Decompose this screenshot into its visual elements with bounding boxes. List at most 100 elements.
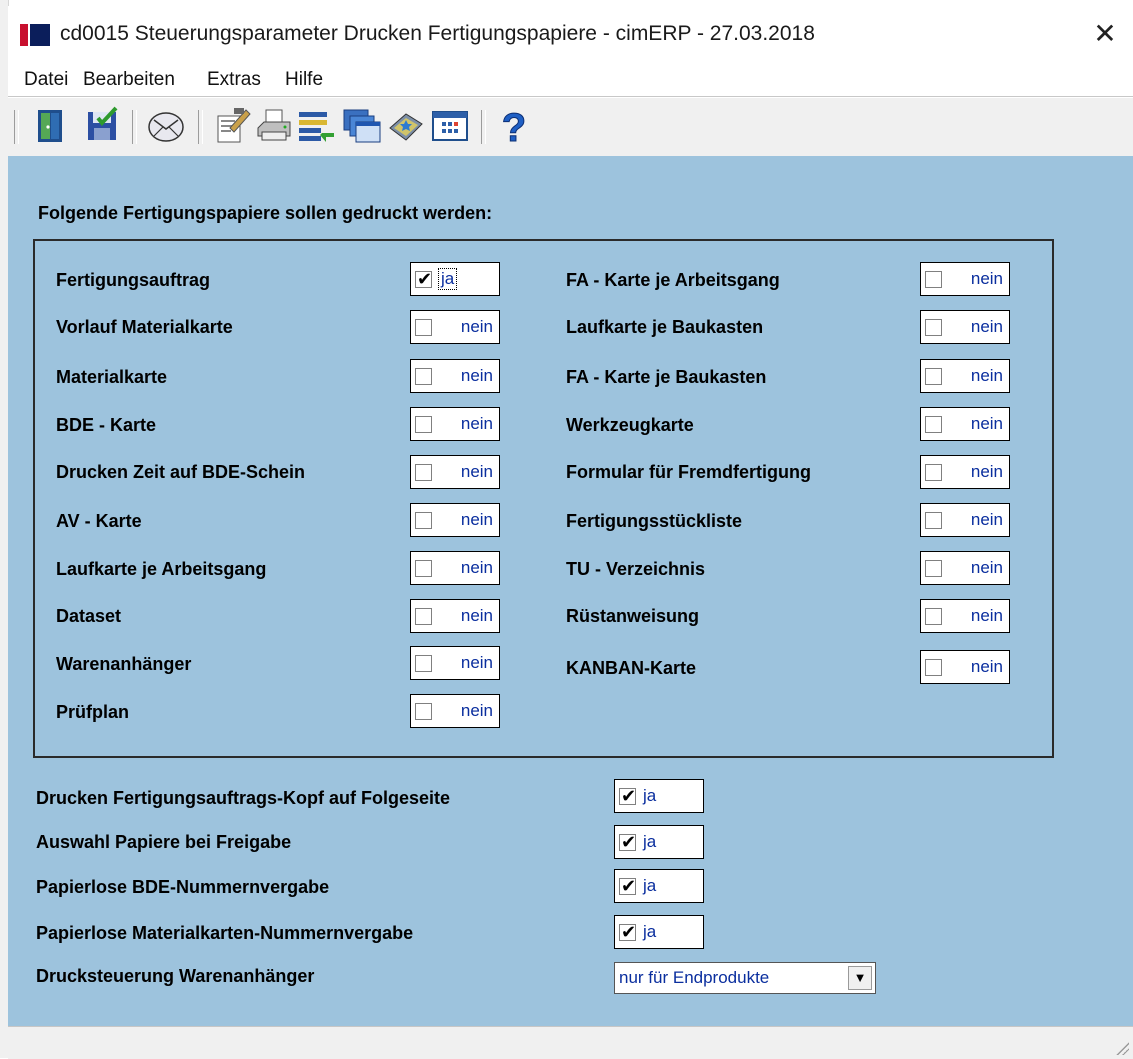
option-label: KANBAN-Karte — [566, 658, 697, 678]
book-icon[interactable] — [386, 106, 426, 146]
check-mark-icon: ✔ — [621, 922, 637, 942]
checkbox-value: ja — [643, 786, 657, 805]
checkbox-box — [415, 512, 432, 529]
option-label: BDE - Karte — [56, 415, 157, 435]
checkbox-fa-karte-je-arbeitsgang[interactable]: nein — [920, 262, 1010, 296]
checkbox-vorlauf-materialkarte[interactable]: nein — [410, 310, 500, 344]
option-label: Drucken Zeit auf BDE-Schein — [56, 462, 306, 482]
checkbox-dataset[interactable]: nein — [410, 599, 500, 633]
check-mark-icon: ✔ — [621, 832, 637, 852]
help-icon[interactable]: ? — [494, 106, 534, 151]
checkbox-laufkarte-je-arbeitsgang[interactable]: nein — [410, 551, 500, 585]
checkbox-box — [925, 416, 942, 433]
setting-label: Auswahl Papiere bei Freigabe — [36, 832, 292, 852]
checkbox-box — [415, 703, 432, 720]
close-button[interactable]: ✕ — [1087, 16, 1123, 52]
checkbox-box — [415, 319, 432, 336]
checkbox-box — [925, 319, 942, 336]
checkbox-werkzeugkarte[interactable]: nein — [920, 407, 1010, 441]
check-mark-icon: ✔ — [417, 269, 433, 289]
checkbox-kanban-karte[interactable]: nein — [920, 650, 1010, 684]
resize-grip-icon[interactable] — [1115, 1041, 1129, 1055]
checkbox-tu-verzeichnis[interactable]: nein — [920, 551, 1010, 585]
checkbox-box — [925, 659, 942, 676]
option-label: Laufkarte je Arbeitsgang — [56, 559, 267, 579]
check-mark-icon: ✔ — [621, 786, 637, 806]
save-icon[interactable] — [82, 106, 122, 146]
mail-icon[interactable] — [146, 106, 186, 146]
checkbox-laufkarte-je-baukasten[interactable]: nein — [920, 310, 1010, 344]
menu-hilfe[interactable]: Hilfe — [285, 69, 323, 91]
toolbar-separator — [198, 110, 203, 144]
toolbar-separator — [14, 110, 19, 144]
calendar-icon[interactable] — [430, 106, 470, 146]
checkbox-drucken-zeit-bde[interactable]: nein — [410, 455, 500, 489]
edit-document-icon[interactable] — [212, 106, 252, 146]
option-label: FA - Karte je Arbeitsgang — [566, 270, 780, 290]
checkbox-value: nein — [460, 558, 493, 577]
checkbox-formular-fremdfertigung[interactable]: nein — [920, 455, 1010, 489]
drucksteuerung-warenanhaenger-select[interactable]: nur für Endprodukte ▼ — [614, 962, 876, 994]
option-label: Rüstanweisung — [566, 606, 700, 626]
checkbox-papierlose-materialkarten-nummernvergabe[interactable]: ✔ ja — [614, 915, 704, 949]
select-value: nur für Endprodukte — [619, 968, 770, 987]
checkbox-value: nein — [970, 366, 1003, 385]
checkbox-warenanhaenger[interactable]: nein — [410, 646, 500, 680]
checkbox-materialkarte[interactable]: nein — [410, 359, 500, 393]
option-label: Vorlauf Materialkarte — [56, 317, 233, 337]
cimerp-app-icon — [20, 24, 50, 46]
option-label: Fertigungsauftrag — [56, 270, 211, 290]
checkbox-value: nein — [970, 510, 1003, 529]
checkbox-box: ✔ — [619, 922, 636, 942]
title-bar: cd0015 Steuerungsparameter Drucken Ferti… — [8, 6, 1133, 62]
help-question-mark: ? — [502, 106, 526, 146]
dropdown-label: Drucksteuerung Warenanhänger — [36, 966, 315, 986]
windows-stack-icon[interactable] — [342, 106, 382, 146]
checkbox-fertigungsauftrag[interactable]: ✔ ja — [410, 262, 500, 296]
checkbox-value: nein — [970, 414, 1003, 433]
checkbox-value: ja — [643, 832, 657, 851]
setting-label: Drucken Fertigungsauftrags-Kopf auf Folg… — [36, 788, 451, 808]
section-heading: Folgende Fertigungspapiere sollen gedruc… — [38, 203, 493, 223]
menu-extras[interactable]: Extras — [207, 69, 261, 91]
checkbox-pruefplan[interactable]: nein — [410, 694, 500, 728]
checkbox-value: ja — [643, 876, 657, 895]
checkbox-value: nein — [460, 366, 493, 385]
option-label: Fertigungsstückliste — [566, 511, 743, 531]
checkbox-fa-kopf-folgeseite[interactable]: ✔ ja — [614, 779, 704, 813]
checkbox-box — [415, 608, 432, 625]
checkbox-papierlose-bde-nummernvergabe[interactable]: ✔ ja — [614, 869, 704, 903]
menu-datei[interactable]: Datei — [24, 69, 68, 91]
checkbox-value: nein — [460, 653, 493, 672]
option-label: Dataset — [56, 606, 122, 626]
checkbox-fa-karte-je-baukasten[interactable]: nein — [920, 359, 1010, 393]
checkbox-value: nein — [460, 510, 493, 529]
print-icon[interactable] — [254, 106, 294, 146]
exit-door-icon[interactable] — [30, 106, 70, 146]
menu-bearbeiten[interactable]: Bearbeiten — [83, 69, 175, 91]
checkbox-av-karte[interactable]: nein — [410, 503, 500, 537]
checkbox-box — [925, 560, 942, 577]
option-label: Prüfplan — [56, 702, 130, 722]
dropdown-arrow-icon[interactable]: ▼ — [848, 966, 872, 990]
checkbox-auswahl-papiere-freigabe[interactable]: ✔ ja — [614, 825, 704, 859]
checkbox-box — [925, 464, 942, 481]
option-label: AV - Karte — [56, 511, 142, 531]
option-label: Warenanhänger — [56, 654, 192, 674]
toolbar-separator — [481, 110, 486, 144]
checkbox-bde-karte[interactable]: nein — [410, 407, 500, 441]
checkbox-box — [415, 416, 432, 433]
checkbox-fertigungsstueckliste[interactable]: nein — [920, 503, 1010, 537]
checkbox-value: nein — [460, 606, 493, 625]
list-transfer-icon[interactable] — [296, 106, 336, 146]
checkbox-box — [415, 560, 432, 577]
checkbox-box — [925, 271, 942, 288]
checkbox-ruestanweisung[interactable]: nein — [920, 599, 1010, 633]
checkbox-value: nein — [460, 462, 493, 481]
checkbox-value: nein — [460, 317, 493, 336]
checkbox-value: ja — [437, 268, 458, 290]
setting-label: Papierlose Materialkarten-Nummernvergabe — [36, 923, 414, 943]
option-label: TU - Verzeichnis — [566, 559, 706, 579]
option-label: Formular für Fremdfertigung — [566, 462, 812, 482]
option-label: Materialkarte — [56, 367, 168, 387]
